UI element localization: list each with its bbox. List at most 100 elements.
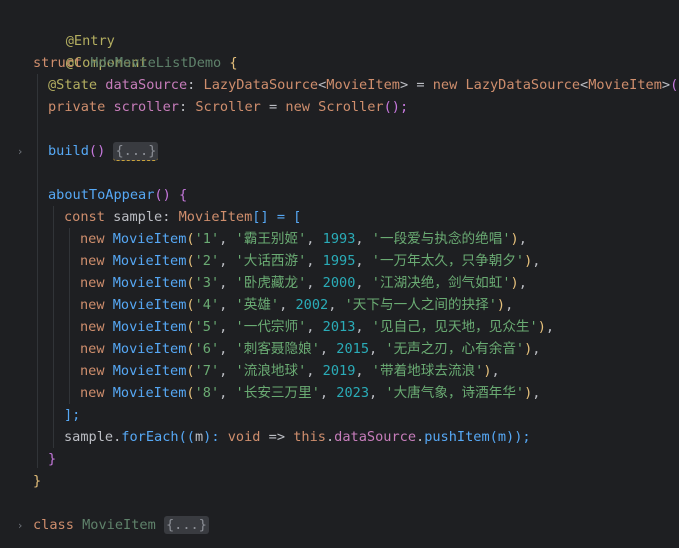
- punct: (: [186, 231, 195, 247]
- method-name: pushItem: [424, 429, 490, 445]
- punct: (): [88, 143, 106, 159]
- punct: (: [186, 275, 195, 291]
- string-literal: '一段爱与执念的绝唱': [371, 231, 511, 247]
- collapsed-block[interactable]: {...}: [163, 516, 209, 534]
- code-line[interactable]: new MovieItem('7', '流浪地球', 2019, '带着地球去流…: [80, 360, 500, 382]
- string-literal: '天下与一人之间的抉择': [344, 297, 497, 313]
- punct: ,: [518, 231, 527, 247]
- punct: ,: [355, 231, 372, 247]
- punct: ,: [369, 341, 386, 357]
- number-literal: 2019: [322, 363, 356, 379]
- code-editor[interactable]: › › @Entry @Component struct HdsMovieLis…: [0, 0, 679, 548]
- punct: ):: [203, 429, 228, 445]
- punct: ): [510, 275, 519, 291]
- punct: [] = [: [252, 209, 302, 225]
- punct: ,: [518, 275, 527, 291]
- code-line[interactable]: new MovieItem('4', '英雄', 2002, '天下与一人之间的…: [80, 294, 513, 316]
- keyword: void: [227, 429, 261, 445]
- string-literal: '3': [194, 275, 220, 291]
- code-line[interactable]: class MovieItem {...}: [33, 514, 209, 536]
- punct: .: [416, 429, 425, 445]
- type-name: MovieItem: [178, 209, 253, 225]
- punct: ,: [355, 363, 372, 379]
- type-name: Scroller: [309, 99, 384, 115]
- string-literal: '一代宗师': [235, 319, 307, 335]
- punct: ,: [219, 253, 236, 269]
- number-literal: 1995: [322, 253, 356, 269]
- punct: ,: [355, 253, 372, 269]
- collapsed-block[interactable]: {...}: [113, 142, 159, 161]
- punct: ,: [505, 297, 514, 313]
- code-line[interactable]: const sample: MovieItem[] = [: [64, 206, 301, 228]
- punct: ,: [532, 341, 541, 357]
- punct: ,: [319, 341, 337, 357]
- indent-guide: [37, 74, 38, 468]
- code-line[interactable]: private scroller: Scroller = new Scrolle…: [48, 96, 408, 118]
- code-line[interactable]: @Component: [33, 30, 148, 71]
- keyword: new: [80, 319, 105, 335]
- string-literal: '英雄': [235, 297, 280, 313]
- string-literal: '江湖决绝，剑气如虹': [371, 275, 511, 291]
- punct: ,: [369, 385, 386, 401]
- punct: (: [186, 341, 195, 357]
- code-line[interactable]: sample. forEach((m): void => this.dataSou…: [64, 426, 531, 448]
- punct: [105, 297, 113, 313]
- type-name: MovieItem: [326, 77, 400, 93]
- punct: ,: [279, 297, 296, 313]
- string-literal: '见自己，见天地，见众生': [371, 319, 538, 335]
- keyword: new: [432, 77, 458, 93]
- code-line[interactable]: @Entry: [33, 8, 115, 49]
- code-line[interactable]: }: [48, 448, 56, 470]
- class-name: MovieItem: [112, 319, 187, 335]
- code-line[interactable]: @State dataSource: LazyDataSource<MovieI…: [48, 74, 679, 96]
- punct: ];: [64, 407, 81, 423]
- punct: =: [260, 99, 286, 115]
- keyword: new: [80, 275, 105, 291]
- punct: ): [483, 363, 492, 379]
- method-name: forEach: [121, 429, 179, 445]
- code-line[interactable]: new MovieItem('8', '长安三万里', 2023, '大唐气象，…: [80, 382, 540, 404]
- string-literal: '无声之刃，心有余音': [385, 341, 525, 357]
- code-line[interactable]: ];: [64, 404, 80, 426]
- class-name: MovieItem: [112, 297, 187, 313]
- type-name: LazyDataSource: [203, 77, 319, 93]
- code-line[interactable]: build() {...}: [48, 140, 159, 162]
- code-line[interactable]: new MovieItem('2', '大话西游', 1995, '一万年太久，…: [80, 250, 540, 272]
- class-name: MovieItem: [112, 341, 187, 357]
- code-line[interactable]: new MovieItem('1', '霸王别姬', 1993, '一段爱与执念…: [80, 228, 527, 250]
- code-line[interactable]: struct HdsMovieListDemo {: [33, 52, 238, 74]
- punct: [105, 385, 113, 401]
- string-literal: '霸王别姬': [235, 231, 307, 247]
- punct: ): [537, 319, 546, 335]
- class-name: MovieItem: [112, 253, 187, 269]
- field-name: scroller: [113, 99, 179, 115]
- punct: ,: [532, 385, 541, 401]
- code-line[interactable]: new MovieItem('5', '一代宗师', 2013, '见自己，见天…: [80, 316, 554, 338]
- punct: ,: [355, 319, 372, 335]
- struct-name: HdsMovieListDemo: [90, 55, 222, 71]
- punct: ,: [219, 297, 236, 313]
- keyword: private: [48, 99, 106, 115]
- punct: ();: [670, 77, 679, 93]
- punct: [105, 363, 113, 379]
- punct: ,: [532, 253, 541, 269]
- punct: :: [162, 209, 179, 225]
- class-name: MovieItem: [112, 363, 187, 379]
- punct: (: [186, 319, 195, 335]
- punct: () {: [154, 187, 188, 203]
- punct: [105, 231, 113, 247]
- chevron-right-icon[interactable]: ›: [18, 141, 22, 163]
- method-name: build: [48, 143, 89, 159]
- code-line[interactable]: }: [33, 470, 41, 492]
- number-literal: 2015: [336, 341, 370, 357]
- chevron-right-icon[interactable]: ›: [18, 515, 22, 537]
- punct: <: [580, 77, 589, 93]
- code-line[interactable]: new MovieItem('6', '刺客聂隐娘', 2015, '无声之刃，…: [80, 338, 540, 360]
- string-literal: '7': [194, 363, 220, 379]
- punct: [105, 319, 113, 335]
- code-line[interactable]: new MovieItem('3', '卧虎藏龙', 2000, '江湖决绝，剑…: [80, 272, 527, 294]
- punct: ();: [383, 99, 409, 115]
- punct: ,: [328, 297, 345, 313]
- punct: ((: [178, 429, 195, 445]
- code-line[interactable]: aboutToAppear() {: [48, 184, 187, 206]
